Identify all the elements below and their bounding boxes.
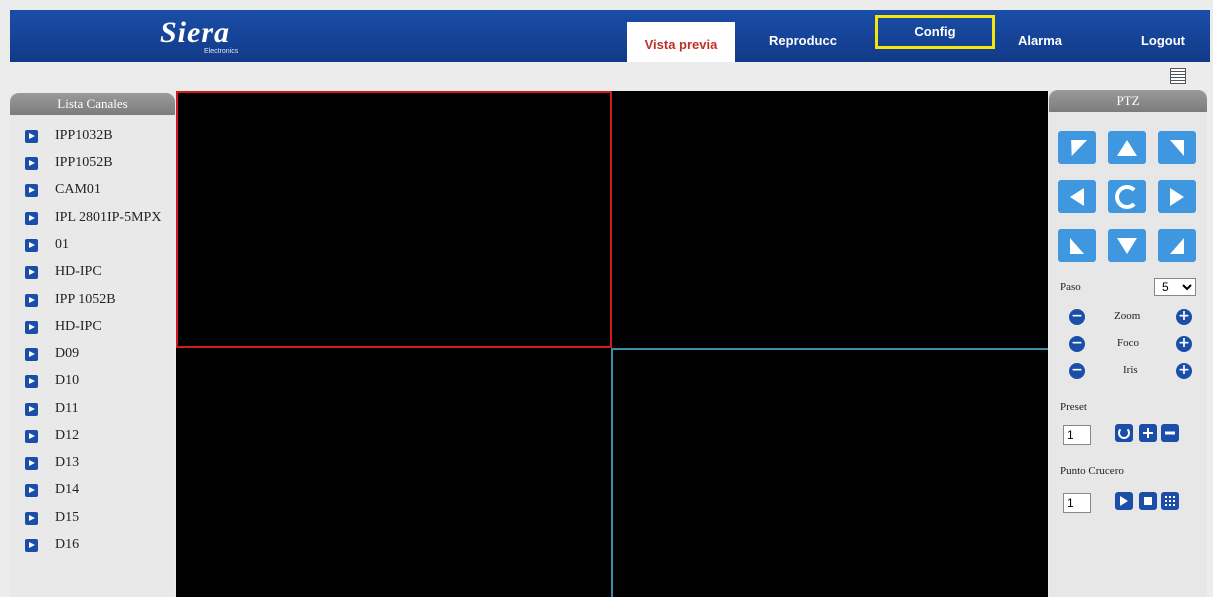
screen-layout-icon[interactable] [1170, 68, 1186, 84]
play-icon[interactable] [25, 429, 38, 443]
arrow-right-icon [1170, 187, 1184, 206]
ptz-down-right-button[interactable] [1158, 229, 1196, 262]
channel-item[interactable]: D15 [25, 508, 79, 528]
crucero-input[interactable] [1063, 493, 1091, 513]
play-icon[interactable] [25, 483, 38, 497]
ptz-auto-rotate-button[interactable] [1108, 180, 1146, 213]
arrow-up-left-icon [1063, 139, 1088, 156]
channel-item[interactable]: D12 [25, 426, 79, 446]
ptz-title: PTZ [1049, 90, 1207, 112]
preset-input[interactable] [1063, 425, 1091, 445]
channel-item[interactable]: D10 [25, 371, 79, 391]
crucero-stop-button[interactable] [1139, 492, 1157, 510]
zoom-out-button[interactable]: − [1069, 309, 1085, 325]
channel-item[interactable]: D14 [25, 480, 79, 500]
play-icon[interactable] [25, 456, 38, 470]
channel-item[interactable]: D11 [25, 399, 79, 419]
channel-list-title: Lista Canales [10, 93, 175, 115]
play-icon[interactable] [25, 129, 38, 143]
crucero-grid-button[interactable] [1161, 492, 1179, 510]
stop-icon [1144, 497, 1152, 505]
tab-config[interactable]: Config [875, 15, 995, 49]
channel-item[interactable]: HD-IPC [25, 262, 102, 282]
preset-call-button[interactable] [1115, 424, 1133, 442]
grid-icon [1165, 496, 1175, 506]
play-icon[interactable] [25, 402, 38, 416]
arrow-up-right-icon [1170, 139, 1184, 156]
minus-icon [1165, 431, 1175, 435]
ptz-right-button[interactable] [1158, 180, 1196, 213]
zoom-in-button[interactable]: + [1176, 309, 1192, 325]
zoom-label: Zoom [1114, 310, 1141, 322]
tab-reproducc[interactable]: Reproducc [760, 20, 846, 62]
play-icon[interactable] [25, 265, 38, 279]
ptz-up-left-button[interactable] [1058, 131, 1096, 164]
channel-item[interactable]: D09 [25, 344, 79, 364]
play-icon[interactable] [25, 293, 38, 307]
ptz-up-right-button[interactable] [1158, 131, 1196, 164]
crucero-play-button[interactable] [1115, 492, 1133, 510]
arrow-left-icon [1070, 187, 1084, 206]
play-icon[interactable] [25, 374, 38, 388]
paso-label: Paso [1060, 281, 1081, 293]
channel-item[interactable]: IPP1052B [25, 153, 113, 173]
play-icon[interactable] [25, 320, 38, 334]
channel-item[interactable]: IPL 2801IP-5MPX [25, 208, 161, 228]
channel-item[interactable]: IPP 1052B [25, 290, 116, 310]
channel-list-panel: Lista Canales IPP1032B IPP1052B CAM01 IP… [10, 93, 175, 597]
channel-item[interactable]: 01 [25, 235, 69, 255]
play-icon[interactable] [25, 511, 38, 525]
channel-item[interactable]: D16 [25, 535, 79, 555]
logout-button[interactable]: Logout [1132, 20, 1194, 62]
channel-item[interactable]: D13 [25, 453, 79, 473]
preset-label: Preset [1060, 401, 1087, 413]
play-icon [1120, 496, 1128, 506]
channel-item[interactable]: CAM01 [25, 180, 101, 200]
video-window-1[interactable] [176, 91, 612, 348]
play-icon[interactable] [25, 211, 38, 225]
paso-select[interactable]: 5 [1154, 278, 1196, 296]
grid-divider-horizontal [612, 348, 1048, 350]
focus-far-button[interactable]: + [1176, 336, 1192, 352]
tab-alarma[interactable]: Alarma [1012, 20, 1068, 62]
tab-vista-previa[interactable]: Vista previa [627, 22, 735, 62]
iris-open-button[interactable]: + [1176, 363, 1192, 379]
ptz-left-button[interactable] [1058, 180, 1096, 213]
preset-delete-button[interactable] [1161, 424, 1179, 442]
ptz-up-button[interactable] [1108, 131, 1146, 164]
play-icon[interactable] [25, 183, 38, 197]
play-icon[interactable] [25, 347, 38, 361]
video-window-3[interactable] [176, 348, 612, 597]
arrow-down-icon [1117, 237, 1137, 254]
focus-near-button[interactable]: − [1069, 336, 1085, 352]
play-icon[interactable] [25, 238, 38, 252]
play-icon[interactable] [25, 538, 38, 552]
video-window-2[interactable] [612, 91, 1048, 348]
crucero-label: Punto Crucero [1060, 465, 1124, 477]
iris-close-button[interactable]: − [1069, 363, 1085, 379]
focus-label: Foco [1117, 337, 1139, 349]
plus-icon-vertical [1147, 428, 1149, 438]
video-window-4[interactable] [612, 348, 1048, 597]
preset-add-button[interactable] [1139, 424, 1157, 442]
arrow-down-right-icon [1170, 237, 1184, 254]
ptz-panel: PTZ Paso 5 − Zoom + − Foco + − Iris + Pr… [1049, 90, 1207, 597]
siera-logo: Siera Electronics [160, 16, 239, 55]
ptz-down-left-button[interactable] [1058, 229, 1096, 262]
arrow-up-icon [1117, 139, 1137, 156]
grid-divider-vertical [611, 348, 613, 597]
refresh-icon [1118, 427, 1130, 439]
rotate-icon [1115, 184, 1139, 209]
iris-label: Iris [1123, 364, 1138, 376]
channel-item[interactable]: HD-IPC [25, 317, 102, 337]
ptz-down-button[interactable] [1108, 229, 1146, 262]
arrow-down-left-icon [1070, 237, 1084, 254]
channel-item[interactable]: IPP1032B [25, 126, 113, 146]
play-icon[interactable] [25, 156, 38, 170]
